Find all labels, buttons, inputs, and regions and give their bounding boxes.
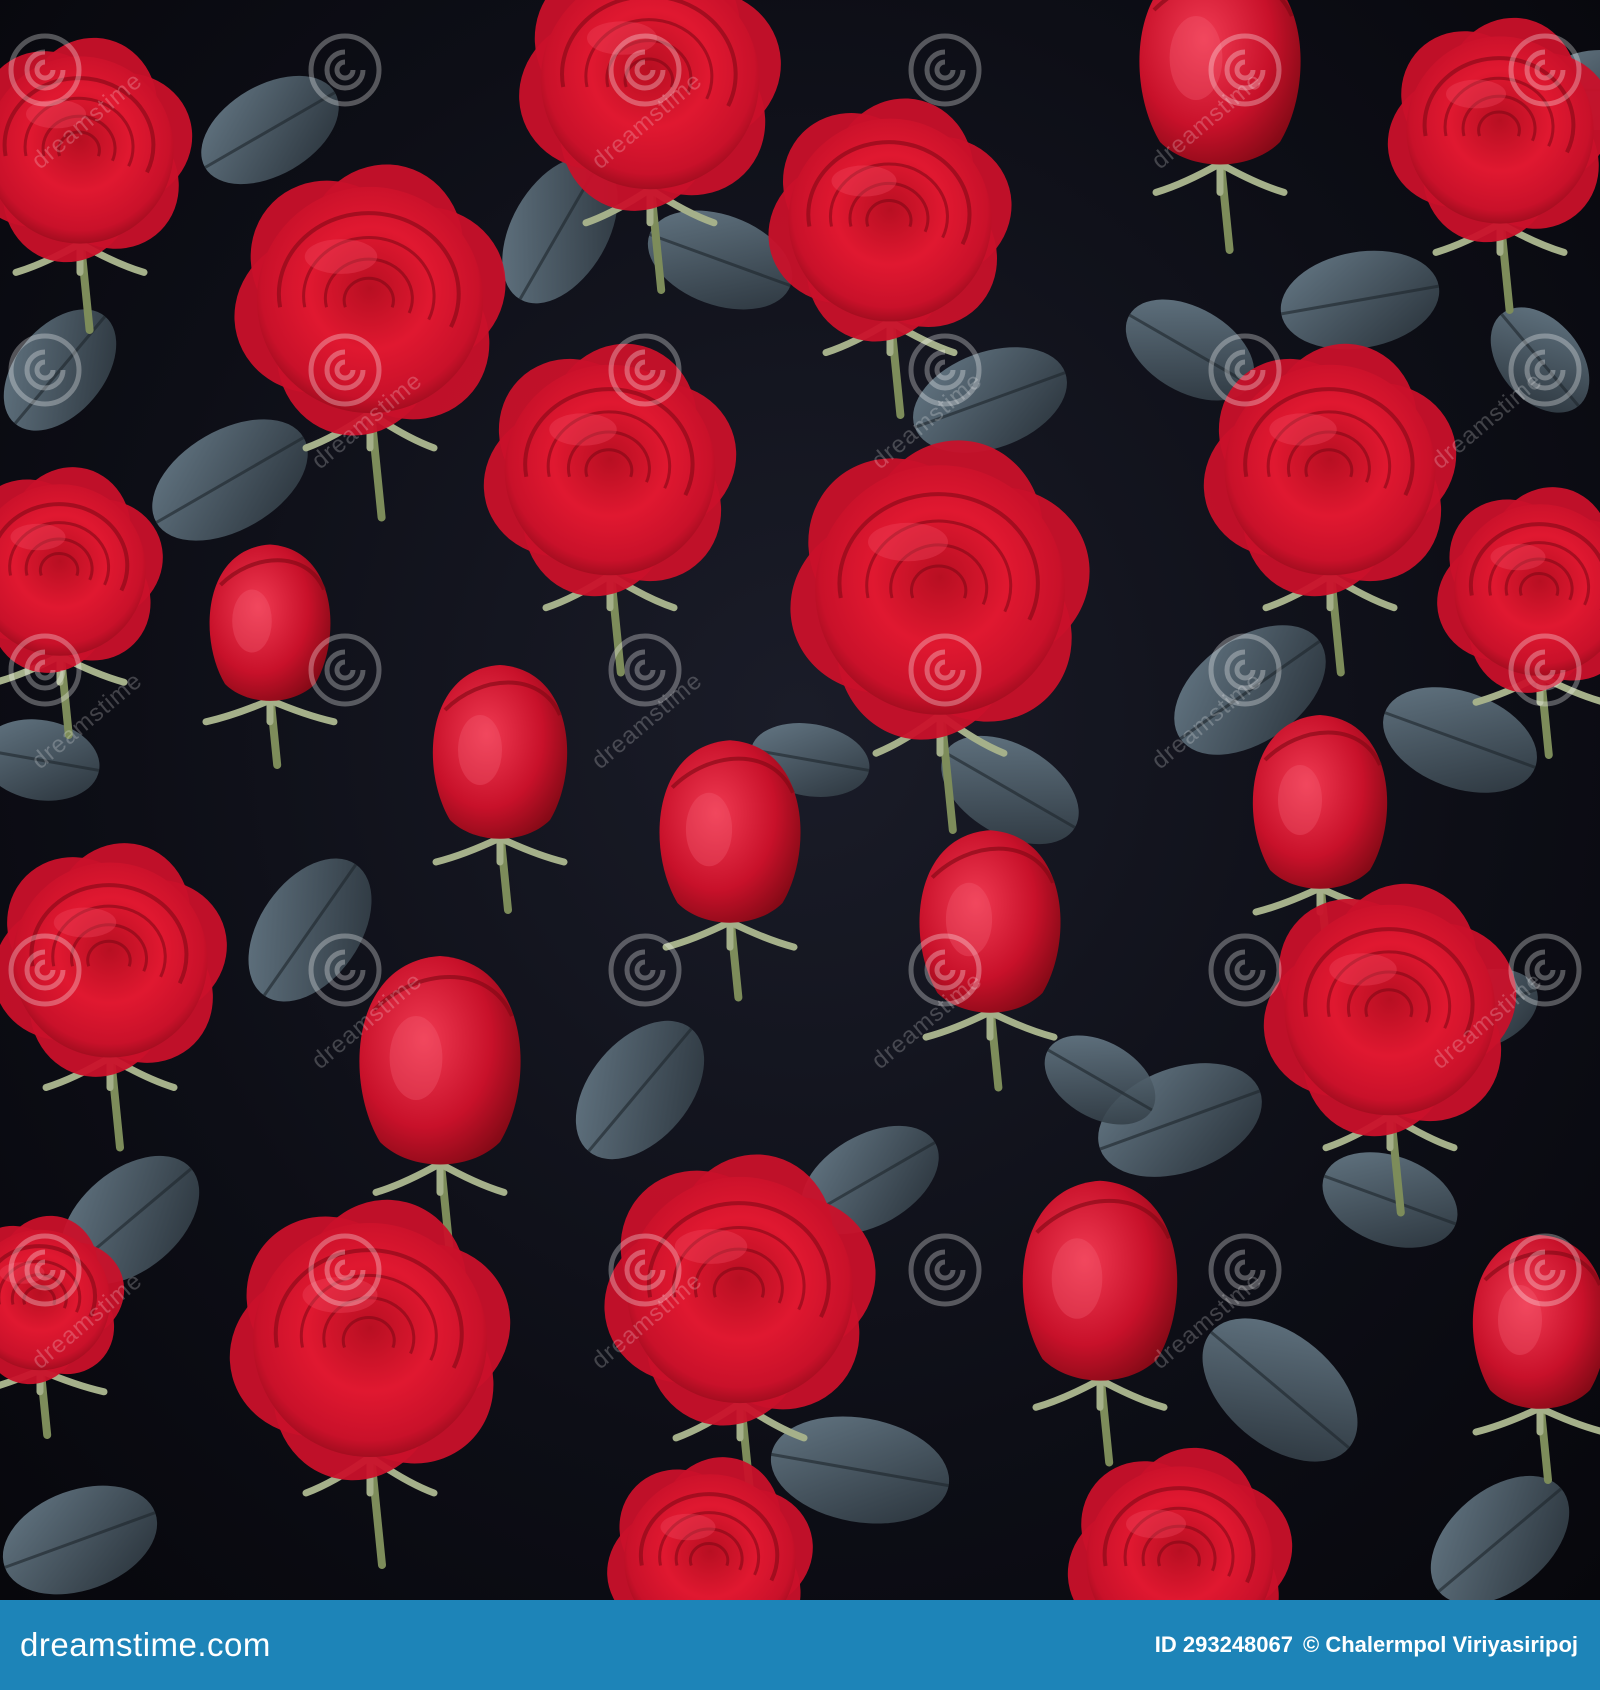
rose-bloom bbox=[229, 1199, 511, 1481]
rose-bud bbox=[432, 665, 568, 839]
rose-bud-stem bbox=[1152, 150, 1288, 254]
rose-bud-stem bbox=[432, 826, 568, 914]
leaf bbox=[1322, 1152, 1458, 1248]
rose-bud-stem bbox=[1032, 1366, 1168, 1467]
leaf bbox=[152, 419, 308, 541]
image-id: ID 293248067 bbox=[1154, 1632, 1293, 1657]
rose-bloom bbox=[768, 98, 1012, 342]
stock-photo: dreamstime dreamstime dreamstime dreamstime… bbox=[0, 0, 1600, 1600]
rose-bloom bbox=[0, 843, 227, 1077]
rose-bloom bbox=[0, 467, 163, 673]
rose-bloom bbox=[1067, 1447, 1293, 1600]
rose-bud-stem bbox=[1472, 1396, 1600, 1484]
rose-bud bbox=[1252, 715, 1388, 889]
rose-bud bbox=[359, 956, 521, 1165]
rose-bloom bbox=[790, 440, 1090, 740]
leaf bbox=[3, 309, 117, 431]
roses-layer bbox=[0, 0, 1600, 1600]
brand-logo-text: dreamstime.com bbox=[20, 1626, 271, 1663]
stock-footer-bar: dreamstime.com ID 293248067 © Chalermpol… bbox=[0, 1600, 1600, 1690]
image-credit: ID 293248067 © Chalermpol Viriyasiripoj bbox=[1155, 1632, 1578, 1658]
leaf bbox=[575, 1020, 705, 1160]
leaf bbox=[1280, 250, 1440, 350]
leaf bbox=[2, 1485, 158, 1595]
photographer-credit: © Chalermpol Viriyasiripoj bbox=[1303, 1632, 1578, 1657]
rose-bud-stem bbox=[662, 909, 798, 1002]
leaf bbox=[248, 858, 372, 1002]
watermark-swirl-icon bbox=[908, 1233, 982, 1307]
leaf bbox=[1430, 1475, 1570, 1600]
rose-bud bbox=[1472, 1235, 1600, 1409]
watermark-swirl-icon bbox=[1208, 933, 1282, 1007]
watermark-swirl-icon bbox=[308, 33, 382, 107]
rose-bud bbox=[659, 740, 801, 923]
rose-bud-stem bbox=[202, 689, 338, 769]
watermark-swirl-icon bbox=[608, 933, 682, 1007]
roses-illustration: dreamstime dreamstime dreamstimedreamstime… bbox=[0, 0, 1600, 1600]
watermark-swirl-icon bbox=[908, 33, 982, 107]
